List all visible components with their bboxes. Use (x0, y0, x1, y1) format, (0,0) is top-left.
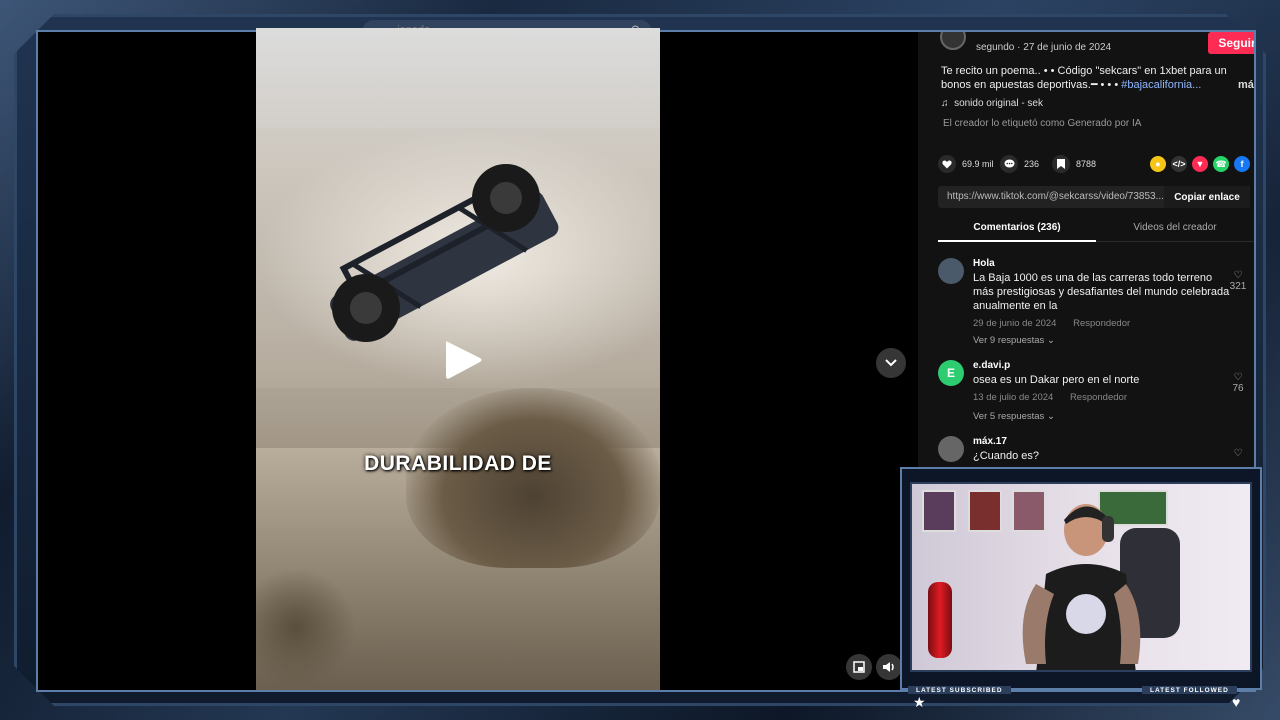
comment-like-button[interactable]: ♡ 76 (1228, 372, 1248, 394)
post-description: Te recito un poema.. • • Código "sekcars… (941, 64, 1254, 92)
view-replies-label: Ver 9 respuestas (973, 335, 1045, 346)
comment-date: 13 de julio de 2024 (973, 392, 1054, 403)
streamer-image (1022, 504, 1141, 670)
video-bush (406, 388, 660, 568)
reply-button[interactable]: Respondedor (1070, 392, 1127, 403)
comment-button[interactable]: 236 (1000, 154, 1039, 174)
latest-follower-label: LATEST FOLLOWED (1142, 686, 1237, 694)
heart-icon (938, 155, 956, 173)
author-row: segundo · 27 de junio de 2024 Seguir (940, 32, 1254, 54)
webcam-feed (910, 482, 1252, 672)
comment-text: osea es un Dakar pero en el norte (973, 374, 1140, 386)
post-meta: segundo · 27 de junio de 2024 (976, 42, 1112, 53)
view-replies-button[interactable]: Ver 9 respuestas ⌄ (973, 335, 1055, 346)
heart-outline-icon: ♡ (1233, 448, 1243, 459)
comment-avatar[interactable]: E (938, 360, 964, 386)
ai-generated-label: El creador lo etiquetó como Generado por… (943, 118, 1142, 129)
microphone-image (928, 582, 952, 658)
chevron-down-icon: ⌄ (1046, 411, 1055, 422)
view-replies-label: Ver 5 respuestas (973, 411, 1045, 422)
heart-outline-icon: ♡ (1233, 372, 1243, 383)
description-line-1: Te recito un poema.. • • Código "sekcars… (941, 65, 1227, 77)
tab-comments[interactable]: Comentarios (236) (938, 222, 1096, 233)
comment-like-count: 321 (1229, 281, 1247, 292)
comment-date: 29 de junio de 2024 (973, 318, 1057, 329)
star-icon: ★ (913, 694, 926, 710)
chevron-down-icon (885, 359, 897, 367)
sound-label: sonido original - sek (954, 98, 1043, 109)
comment-item: Hola La Baja 1000 es una de las carreras… (938, 258, 1254, 348)
comment-text: La Baja 1000 es una de las carreras todo… (973, 272, 1230, 312)
latest-subscriber-label: LATEST SUBSCRIBED (908, 686, 1011, 694)
follow-button[interactable]: Seguir (1208, 32, 1254, 54)
chevron-down-icon: ⌄ (1046, 335, 1055, 346)
music-note-icon: ♫ (941, 98, 949, 109)
volume-button[interactable] (876, 654, 902, 680)
copy-link-button[interactable]: Copiar enlace (1164, 186, 1250, 208)
play-icon[interactable] (442, 338, 484, 382)
pip-icon (853, 661, 865, 673)
embed-icon[interactable]: </> (1171, 156, 1187, 172)
save-button[interactable]: 8788 (1052, 154, 1096, 174)
comment-username[interactable]: e.davi.p (973, 360, 1010, 371)
panel-tabs: Comentarios (236) Videos del creador (938, 218, 1254, 242)
save-count: 8788 (1076, 159, 1097, 169)
comment-meta: 29 de junio de 2024 Respondedor (973, 318, 1130, 329)
like-count: 69.9 mil (962, 159, 994, 169)
wall-poster (922, 490, 956, 532)
comment-count: 236 (1024, 159, 1040, 169)
description-line-2: bonos en apuestas deportivas.━ • • • (941, 79, 1122, 91)
tab-creator-videos[interactable]: Videos del creador (1096, 222, 1254, 233)
hashtag-link[interactable]: #bajacalifornia... (1121, 79, 1201, 91)
like-button[interactable]: 69.9 mil (938, 154, 994, 174)
sound-link[interactable]: ♫ sonido original - sek (941, 98, 1043, 109)
reply-button[interactable]: Respondedor (1073, 318, 1130, 329)
chevron-down-button[interactable] (876, 348, 906, 378)
video-caption: DURABILIDAD DE (364, 452, 552, 475)
view-replies-button[interactable]: Ver 5 respuestas ⌄ (973, 411, 1055, 422)
facebook-icon[interactable]: f (1234, 156, 1250, 172)
comment-avatar[interactable] (938, 258, 964, 284)
whatsapp-icon[interactable]: ☎ (1213, 156, 1229, 172)
comment-like-button[interactable]: ♡ (1228, 448, 1248, 459)
comment-avatar[interactable] (938, 436, 964, 462)
coin-icon[interactable]: ● (1150, 156, 1166, 172)
send-icon[interactable]: ▼ (1192, 156, 1208, 172)
comment-item: E e.davi.p osea es un Dakar pero en el n… (938, 360, 1254, 424)
picture-in-picture-button[interactable] (846, 654, 872, 680)
share-icons: ● </> ▼ ☎ f ➤ (1150, 156, 1254, 172)
video-url[interactable]: https://www.tiktok.com/@sekcarss/video/7… (947, 191, 1165, 202)
comment-meta: 13 de julio de 2024 Respondedor (973, 392, 1127, 403)
comment-like-button[interactable]: ♡ 321 (1228, 270, 1248, 292)
heart-outline-icon: ♡ (1233, 270, 1243, 281)
bookmark-icon (1052, 155, 1070, 173)
active-tab-indicator (938, 240, 1096, 242)
comment-username[interactable]: máx.17 (973, 436, 1007, 447)
avatar-letter: E (946, 366, 955, 380)
heart-icon: ♥ (1232, 694, 1241, 710)
comment-like-count: 76 (1232, 383, 1244, 394)
comment-username[interactable]: Hola (973, 258, 995, 269)
wall-poster (968, 490, 1002, 532)
more-button[interactable]: más (1238, 78, 1254, 92)
comment-text: ¿Cuando es? (973, 450, 1040, 462)
action-bar: 69.9 mil 236 8788 ● </> ▼ ☎ f ➤ (938, 154, 1250, 174)
volume-icon (883, 662, 894, 672)
comment-icon (1000, 155, 1018, 173)
url-row: https://www.tiktok.com/@sekcarss/video/7… (938, 186, 1250, 208)
author-avatar[interactable] (940, 32, 966, 50)
